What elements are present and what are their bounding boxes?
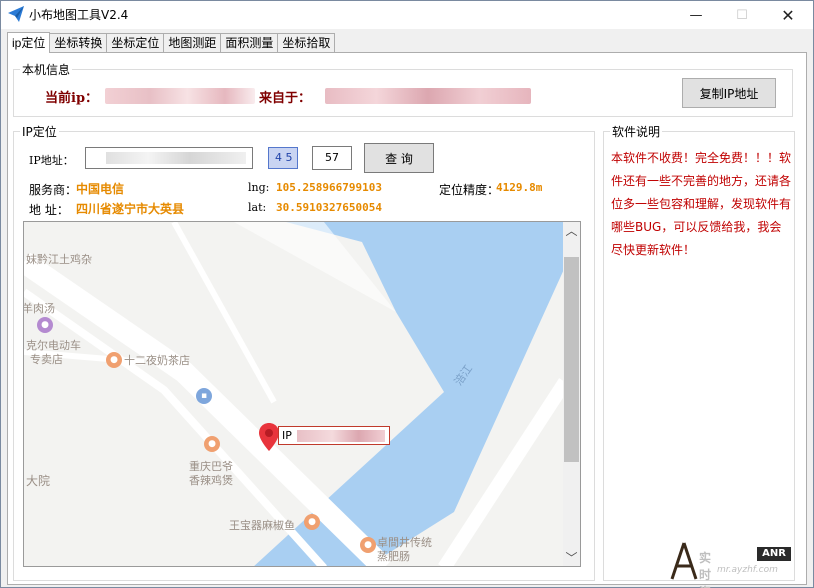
query-button[interactable]: 查 询 — [364, 143, 434, 173]
local-info-title: 本机信息 — [20, 61, 73, 78]
poi-label: 羊肉汤 — [23, 302, 55, 315]
watermark-badge: ANR — [757, 547, 791, 561]
paper-plane-icon — [8, 6, 24, 22]
current-ip-label: 当前ip： — [45, 91, 99, 106]
ip-locate-title: IP定位 — [20, 123, 59, 140]
tab-strip: ip定位 坐标转换 坐标定位 地图测距 面积测量 坐标拾取 — [7, 32, 336, 53]
octet-field[interactable]: 4 5 — [268, 147, 298, 169]
lat-value: 30.5910327650054 — [276, 201, 382, 214]
map-canvas — [24, 222, 565, 566]
scroll-up-icon[interactable]: ︿ — [563, 222, 580, 239]
title-bar: 小布地图工具V2.4 — ☐ ✕ — [1, 1, 813, 29]
tab-ip-locate[interactable]: ip定位 — [7, 32, 51, 53]
scroll-down-icon[interactable]: ﹀ — [563, 549, 580, 566]
poi-label: 十二夜奶茶店 — [124, 354, 190, 367]
scroll-thumb[interactable] — [564, 257, 579, 462]
ip-address-label: IP地址： — [29, 154, 74, 167]
food-pin-icon: ● — [304, 514, 320, 530]
app-window: 小布地图工具V2.4 — ☐ ✕ ip定位 坐标转换 坐标定位 地图测距 面积测… — [0, 0, 814, 588]
tab-coord-locate[interactable]: 坐标定位 — [106, 33, 165, 53]
marker-label-box: IP — [278, 426, 390, 445]
map-scrollbar[interactable]: ︿ ﹀ — [563, 222, 580, 566]
minimize-button[interactable]: — — [673, 1, 719, 29]
description-text: 本软件不收费！完全免费！！！软件还有一些不完善的地方，还请各位多一些包容和理解，… — [611, 151, 792, 257]
ip-value-redacted — [105, 88, 255, 104]
number-field[interactable]: 57 — [312, 146, 352, 170]
shop-pin-icon: ● — [37, 317, 53, 333]
accuracy-value: 4129.8m — [496, 181, 543, 194]
copy-ip-button[interactable]: 复制IP地址 — [682, 78, 776, 108]
maximize-button[interactable]: ☐ — [719, 1, 765, 29]
accuracy-label: 定位精度： — [439, 183, 500, 197]
poi-label: 专卖店 — [30, 353, 63, 366]
marker-label: IP — [282, 429, 292, 442]
tab-coord-convert[interactable]: 坐标转换 — [49, 33, 108, 53]
watermark-url: mr.ayzhf.com — [717, 565, 778, 575]
map-view[interactable]: 妹黔江土鸡杂 羊肉汤 ● 克尔电动车 专卖店 ● 十二夜奶茶店 ▪ ● 重庆巴爷… — [23, 221, 581, 567]
tab-map-distance[interactable]: 地图测距 — [163, 33, 222, 53]
lng-value: 105.258966799103 — [276, 181, 382, 194]
food-pin-icon: ● — [204, 436, 220, 452]
address-value: 四川省遂宁市大英县 — [76, 202, 185, 216]
poi-label: 蒸肥肠 — [377, 550, 410, 563]
bus-stop-icon: ▪ — [196, 388, 212, 404]
poi-label: 大院 — [26, 474, 51, 488]
ip-address-input[interactable] — [85, 147, 253, 169]
tab-coord-pick[interactable]: 坐标拾取 — [277, 33, 336, 53]
marker-label-redacted — [297, 430, 385, 442]
window-title: 小布地图工具V2.4 — [29, 8, 129, 22]
isp-value: 中国电信 — [76, 182, 125, 196]
location-value-redacted — [325, 88, 531, 104]
poi-label: 香辣鸡煲 — [189, 474, 233, 487]
isp-label: 服务商： — [29, 183, 78, 197]
address-label: 地 址： — [29, 203, 69, 217]
close-button[interactable]: ✕ — [765, 1, 811, 29]
watermark-text: 实时资源 — [699, 551, 712, 588]
tab-area-measure[interactable]: 面积测量 — [220, 33, 279, 53]
food-pin-icon: ● — [106, 352, 122, 368]
ip-input-redacted — [106, 152, 246, 164]
food-pin-icon: ● — [360, 537, 376, 553]
from-label: 来自于： — [259, 91, 312, 106]
location-marker-icon — [259, 423, 279, 451]
watermark-logo-icon — [670, 542, 698, 580]
poi-label: 王宝器麻椒鱼 — [229, 519, 295, 532]
poi-label: 妹黔江土鸡杂 — [26, 253, 92, 266]
lat-label: lat: — [248, 201, 267, 214]
lng-label: lng: — [248, 181, 270, 194]
description-title: 软件说明 — [610, 123, 663, 140]
